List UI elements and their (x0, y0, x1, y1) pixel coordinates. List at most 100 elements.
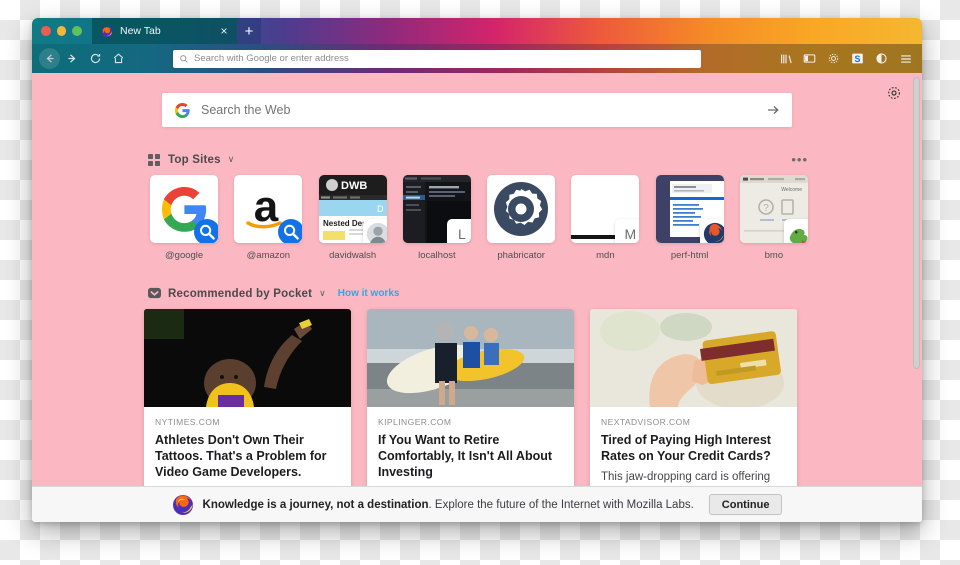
pocket-header: Recommended by Pocket ∨ How it works (148, 287, 814, 300)
window-controls (32, 26, 92, 36)
notification-bar: Knowledge is a journey, not a destinatio… (32, 486, 922, 522)
top-site-tile (150, 175, 219, 243)
search-input[interactable]: Search the Web (162, 93, 792, 127)
search-submit-icon[interactable] (765, 102, 781, 118)
gear-icon[interactable] (826, 51, 841, 66)
svg-text:?: ? (763, 203, 769, 214)
new-tab-page-inner: Search the Web Top Sites ∨ ••• @google a… (140, 73, 814, 486)
page-scroll-region: Search the Web Top Sites ∨ ••• @google a… (32, 73, 922, 486)
pocket-card-domain: NEXTADVISOR.COM (601, 417, 691, 427)
svg-text:Nested Des: Nested Des (323, 219, 367, 228)
url-bar[interactable]: Search with Google or enter address (173, 49, 701, 68)
pocket-card-title: If You Want to Retire Comfortably, It Is… (378, 433, 553, 479)
pocket-card-domain: KIPLINGER.COM (378, 417, 452, 427)
top-site-tile: Welcome ? (739, 175, 808, 243)
surfers-on-beach-photo (367, 309, 574, 407)
top-sites-context-menu-button[interactable]: ••• (791, 153, 808, 166)
notification-body: . Explore the future of the Internet wit… (428, 498, 694, 511)
pocket-card-title: Tired of Paying High Interest Rates on Y… (601, 433, 771, 463)
top-site-letter-badge: L (446, 219, 471, 243)
top-site-label: bmo (764, 250, 784, 261)
extension-s-icon[interactable]: S (850, 51, 865, 66)
tab-strip: New Tab × + (32, 18, 922, 44)
top-site-google[interactable]: @google (144, 175, 224, 261)
top-site-phabricator[interactable]: phabricator (481, 175, 561, 261)
pocket-card-body: NEXTADVISOR.COM Tired of Paying High Int… (590, 407, 797, 486)
gear-icon[interactable] (886, 85, 902, 101)
perf-favicon (699, 219, 724, 243)
forward-button[interactable] (62, 48, 83, 69)
chevron-down-icon[interactable]: ∨ (319, 288, 326, 299)
top-sites-title: Top Sites (168, 153, 221, 166)
top-site-label: mdn (596, 250, 615, 261)
svg-text:Welcome: Welcome (781, 187, 802, 193)
search-badge (276, 217, 303, 243)
close-tab-icon[interactable]: × (217, 24, 231, 38)
pocket-icon (148, 287, 161, 300)
vertical-scrollbar[interactable] (913, 77, 920, 369)
top-site-tile (487, 175, 556, 243)
gear-icon (494, 182, 549, 236)
top-sites-header: Top Sites ∨ ••• (148, 153, 814, 166)
reload-button[interactable] (85, 48, 106, 69)
pocket-card-body: NYTIMES.COM Athletes Don't Own Their Tat… (144, 407, 351, 486)
firefox-icon (101, 25, 113, 38)
pocket-card[interactable]: NYTIMES.COM Athletes Don't Own Their Tat… (144, 309, 351, 486)
url-bar-placeholder: Search with Google or enter address (194, 53, 349, 64)
svg-text:DWB: DWB (341, 180, 367, 192)
top-site-tile (655, 175, 724, 243)
top-site-bmo[interactable]: Welcome ? bmo (734, 175, 814, 261)
maximize-window-button[interactable] (72, 26, 83, 36)
library-icon[interactable] (778, 51, 793, 66)
bugzilla-dino-favicon (783, 219, 808, 243)
top-site-tile: L (402, 175, 471, 243)
search-badge (192, 217, 219, 243)
pocket-card-body: KIPLINGER.COM If You Want to Retire Comf… (367, 407, 574, 486)
davidwalsh-favicon (362, 219, 387, 243)
google-g-icon (175, 102, 190, 118)
top-site-label: perf-html (670, 250, 709, 261)
top-site-localhost[interactable]: L localhost (397, 175, 477, 261)
svg-text:D: D (377, 204, 384, 214)
pocket-card[interactable]: NEXTADVISOR.COM Tired of Paying High Int… (590, 309, 797, 486)
top-site-tile: DWB D Nested Des (318, 175, 387, 243)
top-site-label: @amazon (246, 250, 291, 261)
top-site-label: localhost (418, 250, 456, 261)
notification-text: Knowledge is a journey, not a destinatio… (203, 499, 694, 511)
pocket-card[interactable]: KIPLINGER.COM If You Want to Retire Comf… (367, 309, 574, 486)
continue-button[interactable]: Continue (708, 494, 783, 515)
pocket-card-domain: NYTIMES.COM (155, 417, 220, 427)
top-site-mdn[interactable]: M mdn (565, 175, 645, 261)
chevron-down-icon[interactable]: ∨ (228, 154, 235, 165)
browser-window: New Tab × + Search with Google or enter … (32, 18, 922, 522)
url-bar-container: Search with Google or enter address (173, 49, 701, 68)
account-circle-icon[interactable] (874, 51, 889, 66)
pocket-title: Recommended by Pocket (168, 287, 313, 300)
top-sites-list: @google a @amazon DWB D Nested Des david… (140, 175, 814, 261)
hamburger-menu-icon[interactable] (898, 51, 913, 66)
tab-title: New Tab (120, 25, 161, 37)
top-site-davidwalsh[interactable]: DWB D Nested Des davidwalsh (313, 175, 393, 261)
search-icon (180, 54, 188, 63)
top-site-tile: a (234, 175, 303, 243)
top-site-amazon[interactable]: a @amazon (228, 175, 308, 261)
firefox-logo (172, 494, 194, 516)
minimize-window-button[interactable] (56, 26, 67, 36)
top-site-tile: M (571, 175, 640, 243)
sidebar-icon[interactable] (802, 51, 817, 66)
top-site-label: davidwalsh (329, 250, 377, 261)
home-button[interactable] (108, 48, 129, 69)
top-site-letter-badge: M (615, 219, 640, 243)
svg-text:S: S (855, 54, 861, 64)
pocket-card-title: Athletes Don't Own Their Tattoos. That's… (155, 433, 327, 479)
how-it-works-link[interactable]: How it works (338, 288, 400, 299)
back-button[interactable] (39, 48, 60, 69)
top-site-perf-html[interactable]: perf-html (650, 175, 730, 261)
browser-tab-new-tab[interactable]: New Tab × (92, 18, 237, 44)
toolbar-right-icons: S (778, 51, 915, 66)
lebron-james-photo (144, 309, 351, 407)
top-site-label: @google (165, 250, 204, 261)
close-window-button[interactable] (41, 26, 51, 36)
hand-holding-credit-card-photo (590, 309, 797, 407)
new-tab-button[interactable]: + (237, 18, 261, 44)
